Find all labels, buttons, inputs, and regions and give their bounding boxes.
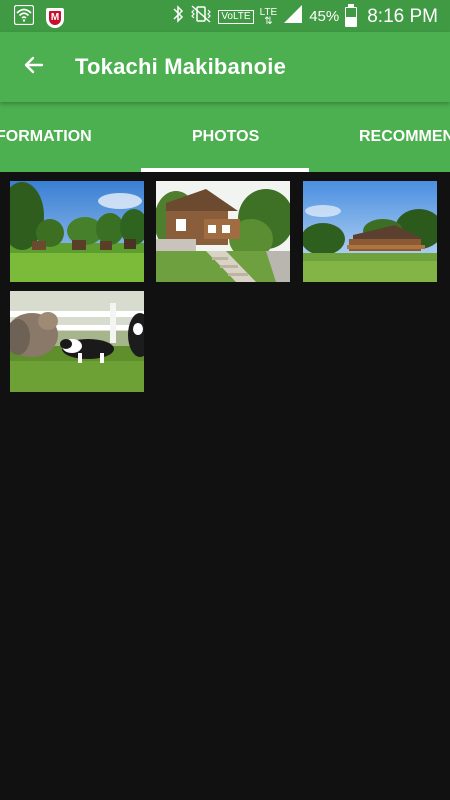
- battery-icon: [345, 3, 358, 27]
- clock: 8:16 PM: [367, 5, 438, 27]
- mcafee-icon: M: [46, 7, 64, 28]
- wifi-icon: [13, 4, 35, 30]
- page-title: Tokachi Makibanoie: [75, 54, 287, 79]
- tab-bar: INFORMATION PHOTOS RECOMMENDED: [0, 102, 450, 172]
- arrow-left-icon: [22, 53, 46, 82]
- back-button[interactable]: [18, 51, 50, 83]
- photo-cabins-lawn: [10, 181, 144, 282]
- app-bar: Tokachi Makibanoie: [0, 32, 450, 102]
- status-right: VoLTE LTE ⇅ 45% 8:16 PM: [172, 3, 438, 29]
- tab-information-label: INFORMATION: [0, 128, 92, 145]
- tab-recommended[interactable]: RECOMMENDED: [359, 102, 450, 172]
- data-arrows-icon: ⇅: [264, 15, 273, 27]
- vibrate-icon: [190, 4, 212, 29]
- photo-thumbnail[interactable]: [156, 181, 290, 282]
- tab-recommended-label: RECOMMENDED: [359, 128, 450, 145]
- photo-lodge-deck: [303, 181, 437, 282]
- tab-photos[interactable]: PHOTOS: [192, 102, 259, 172]
- signal-icon: [283, 4, 303, 29]
- photo-thumbnail[interactable]: [10, 181, 144, 282]
- status-left: M: [13, 4, 64, 30]
- volte-label: VoLTE: [218, 9, 254, 24]
- photo-thumbnail[interactable]: [303, 181, 437, 282]
- photo-log-house: [156, 181, 290, 282]
- battery-percent: 45%: [309, 8, 340, 25]
- tab-indicator: [141, 168, 309, 172]
- bluetooth-icon: [172, 4, 184, 29]
- tab-photos-label: PHOTOS: [192, 128, 260, 145]
- photo-sheepdog: [10, 291, 144, 392]
- lte-indicator: LTE ⇅: [260, 7, 278, 27]
- status-bar: M VoLTE LTE ⇅ 45% 8:16 PM: [0, 0, 450, 32]
- photo-thumbnail[interactable]: [10, 291, 144, 392]
- screen: M VoLTE LTE ⇅ 45% 8:16 PM Tokachi Makiba…: [0, 0, 450, 800]
- tab-information[interactable]: INFORMATION: [0, 102, 92, 172]
